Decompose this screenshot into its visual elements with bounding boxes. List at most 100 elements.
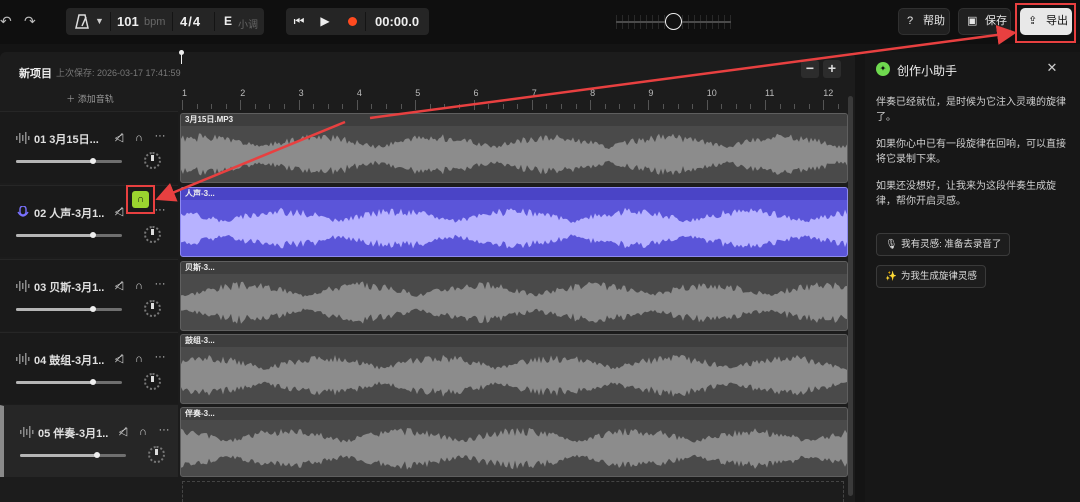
play-button[interactable]: ▶ xyxy=(316,13,334,30)
waveform xyxy=(181,427,847,470)
pan-knob[interactable] xyxy=(144,373,161,390)
undo-button[interactable]: ↶ xyxy=(0,10,14,32)
zoom-in-button[interactable]: + xyxy=(823,60,841,78)
ruler-tick xyxy=(488,104,490,109)
assistant-message: 如果还没想好，让我来为这段伴奏生成旋律，帮你开启灵感。 xyxy=(876,181,1056,207)
key-mode: 小调 xyxy=(238,20,258,31)
audio-clip[interactable]: 伴奏-3... xyxy=(180,407,848,477)
ruler-tick xyxy=(196,104,198,109)
pan-knob[interactable] xyxy=(144,226,161,243)
track-volume-slider[interactable] xyxy=(16,158,122,164)
headphones-icon[interactable]: ∩ xyxy=(133,352,145,366)
clip-label: 人声-3... xyxy=(181,188,847,200)
track-name[interactable]: 05 伴奏-3月1... xyxy=(38,425,108,441)
audio-clip[interactable]: 3月15日.MP3 xyxy=(180,113,848,183)
ruler-tick xyxy=(648,100,650,110)
clip-label: 鼓组-3... xyxy=(181,335,847,347)
headphones-icon[interactable]: ∩ xyxy=(133,279,145,293)
ruler-label: 3 xyxy=(298,88,304,98)
help-button[interactable]: ? 帮助 xyxy=(898,8,950,35)
mute-icon[interactable]: ◁̸ xyxy=(113,352,125,366)
pan-knob[interactable] xyxy=(144,152,161,169)
time-signature[interactable]: 4/4 xyxy=(180,14,201,29)
save-button[interactable]: ▣ 保存 xyxy=(958,8,1011,35)
zoom-out-button[interactable]: − xyxy=(801,60,819,78)
ruler-tick xyxy=(750,104,752,109)
ruler-tick xyxy=(254,104,256,109)
last-saved-text: 上次保存: 2026-03-17 17:41:59 xyxy=(56,68,181,78)
track-header-03[interactable]: 03 贝斯-3月1... ◁̸ ∩ ··· xyxy=(0,259,178,331)
ruler-tick xyxy=(590,100,592,110)
record-idea-button[interactable]: 🎙 我有灵感: 准备去录音了 xyxy=(876,233,1011,256)
ruler-tick xyxy=(342,104,344,109)
more-icon[interactable]: ··· xyxy=(157,423,171,437)
mute-icon[interactable]: ◁̸ xyxy=(113,131,125,145)
chevron-down-icon[interactable]: ▼ xyxy=(95,13,104,30)
ruler-tick xyxy=(794,104,796,109)
track-name[interactable]: 02 人声-3月1... xyxy=(34,205,104,221)
redo-button[interactable]: ↷ xyxy=(24,10,42,32)
track-volume-slider[interactable] xyxy=(16,232,122,238)
master-volume-knob[interactable] xyxy=(665,13,682,30)
ruler-label: 12 xyxy=(823,88,834,98)
audio-clip[interactable]: 鼓组-3... xyxy=(180,334,848,404)
ruler-label: 4 xyxy=(356,88,362,98)
project-name: 新项目 xyxy=(19,68,52,80)
waveform-icon xyxy=(16,132,30,144)
waveform-icon xyxy=(20,426,34,438)
ruler-tick xyxy=(313,104,315,109)
track-header-01[interactable]: 01 3月15日... ◁̸ ∩ ··· xyxy=(0,111,178,183)
mute-icon[interactable]: ◁̸ xyxy=(117,425,129,439)
pan-knob[interactable] xyxy=(148,446,165,463)
headphones-icon[interactable]: ∩ xyxy=(133,131,145,145)
audio-clip[interactable]: 贝斯-3... xyxy=(180,261,848,331)
more-icon[interactable]: ··· xyxy=(153,350,167,364)
add-track-button[interactable]: ＋ 添加音轨 xyxy=(2,88,178,110)
track-header-05[interactable]: 05 伴奏-3月1... ◁̸ ∩ ··· xyxy=(0,405,178,477)
ruler-tick xyxy=(560,104,562,109)
pan-knob[interactable] xyxy=(144,300,161,317)
track-header-04[interactable]: 04 鼓组-3月1... ◁̸ ∩ ··· xyxy=(0,332,178,404)
track-name[interactable]: 04 鼓组-3月1... xyxy=(34,352,104,368)
ruler-tick xyxy=(182,100,183,110)
help-icon: ? xyxy=(907,15,914,27)
headphones-icon[interactable]: ∩ xyxy=(132,191,149,208)
track-name[interactable]: 01 3月15日... xyxy=(34,131,104,147)
skip-back-button[interactable]: ⏮ xyxy=(290,13,308,30)
track-volume-slider[interactable] xyxy=(20,452,126,458)
ruler-label: 7 xyxy=(531,88,537,98)
metronome-icon[interactable] xyxy=(74,13,90,30)
empty-track-drop-zone[interactable] xyxy=(182,481,844,502)
ruler-label: 6 xyxy=(473,88,479,98)
audio-clip[interactable]: 人声-3... xyxy=(180,187,848,257)
sparkle-icon: ✨ xyxy=(885,271,897,282)
waveform xyxy=(181,281,847,324)
ruler-tick xyxy=(721,104,723,109)
more-icon[interactable]: ··· xyxy=(153,277,167,291)
ruler-tick xyxy=(225,104,227,109)
record-button[interactable] xyxy=(348,17,357,26)
track-name[interactable]: 03 贝斯-3月1... xyxy=(34,279,104,295)
ruler-tick xyxy=(240,100,242,110)
key-value[interactable]: E xyxy=(224,14,232,28)
tempo-value[interactable]: 101 xyxy=(117,14,139,29)
ruler-tick xyxy=(779,104,781,109)
ruler-tick xyxy=(546,104,548,109)
vertical-scrollbar[interactable] xyxy=(848,96,853,496)
track-volume-slider[interactable] xyxy=(16,306,122,312)
assistant-message: 如果你心中已有一段旋律在回响，可以直接将它录制下来。 xyxy=(876,139,1066,165)
mute-icon[interactable]: ◁̸ xyxy=(113,279,125,293)
solo-highlight-box: ∩ xyxy=(126,185,155,214)
mute-icon[interactable]: ◁̸ xyxy=(113,205,125,219)
assistant-logo-icon: ✦ xyxy=(876,62,890,76)
clip-label: 3月15日.MP3 xyxy=(181,114,847,126)
more-icon[interactable]: ··· xyxy=(153,203,167,217)
headphones-icon[interactable]: ∩ xyxy=(137,425,149,439)
ruler-tick xyxy=(415,100,417,110)
generate-melody-button[interactable]: ✨ 为我生成旋律灵感 xyxy=(876,265,986,288)
ruler-tick xyxy=(677,104,679,109)
timeline-ruler[interactable]: 1 2 3 4 5 6 7 8 9 10 11 12 xyxy=(180,88,869,112)
more-icon[interactable]: ··· xyxy=(153,129,167,143)
track-volume-slider[interactable] xyxy=(16,379,122,385)
close-icon[interactable]: ✕ xyxy=(1046,60,1058,76)
